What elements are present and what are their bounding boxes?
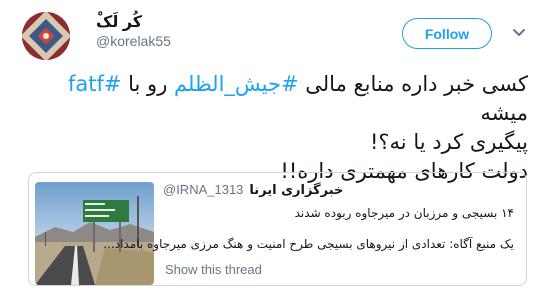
tweet-text: کسی خبر داره منابع مالی #جیش_الظلم رو با… [40,70,528,186]
chevron-down-icon[interactable] [512,26,526,40]
hashtag-link[interactable]: #جیش_الظلم [174,72,299,96]
show-thread-link[interactable]: Show this thread [165,262,262,277]
quoted-tweet-text-line-2: یک منبع آگاه: تعدادی از نیروهای بسیجی طر… [103,237,514,251]
follow-button[interactable]: Follow [402,18,492,49]
tweet-line-1: کسی خبر داره منابع مالی #جیش_الظلم رو با… [67,72,528,125]
quoted-tweet-image[interactable] [35,182,154,285]
user-handle[interactable]: @korelak55 [96,33,171,49]
quoted-tweet-author[interactable]: خبرگزاری ایرنا [249,183,343,198]
quoted-tweet-text-line-1: ۱۴ بسیجی و مرزبان در میرجاوه ربوده شدند [294,206,514,220]
quoted-tweet-header: @IRNA_1313 خبرگزاری ایرنا [163,182,343,198]
hashtag-link[interactable]: #fatf [68,72,122,96]
display-name[interactable]: کُر لَکْ [96,12,142,32]
quoted-tweet-card[interactable]: @IRNA_1313 خبرگزاری ایرنا ۱۴ بسیجی و مرزب… [28,172,527,286]
avatar[interactable] [22,12,70,60]
quoted-tweet-handle[interactable]: @IRNA_1313 [163,182,243,197]
tweet-line-2: پیگیری کرد یا نه؟! [369,130,528,154]
